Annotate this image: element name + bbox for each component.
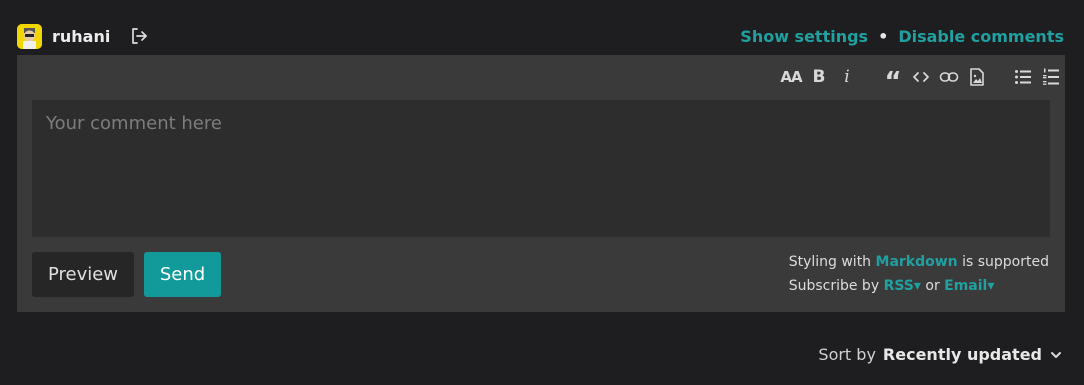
text-size-icon[interactable]: AA xyxy=(777,63,805,91)
comments-header: ruhani Show settings • Disable comments xyxy=(17,22,1064,50)
bold-icon[interactable]: B xyxy=(805,63,833,91)
comment-form: AA B i “ Your comment here Preview Send … xyxy=(17,55,1065,312)
send-button[interactable]: Send xyxy=(144,252,221,297)
image-icon[interactable] xyxy=(963,63,991,91)
sort-dropdown[interactable]: Recently updated xyxy=(883,345,1042,364)
italic-icon[interactable]: i xyxy=(833,63,861,91)
bullet-list-icon[interactable] xyxy=(1009,63,1037,91)
avatar[interactable] xyxy=(17,23,42,49)
disable-comments-link[interactable]: Disable comments xyxy=(898,27,1064,46)
styling-note: Styling with Markdown is supported xyxy=(789,250,1049,274)
formatting-toolbar: AA B i “ xyxy=(777,63,1065,97)
subscribe-or: or xyxy=(925,278,940,294)
styling-prefix: Styling with xyxy=(788,254,872,270)
chevron-down-icon[interactable] xyxy=(1050,351,1062,359)
text-size-label: AA xyxy=(780,68,802,86)
link-icon[interactable] xyxy=(935,63,963,91)
user-info: ruhani xyxy=(17,23,149,49)
code-icon[interactable] xyxy=(907,63,935,91)
sort-control: Sort by Recently updated xyxy=(818,345,1062,364)
header-links: Show settings • Disable comments xyxy=(740,27,1064,46)
link-separator: • xyxy=(878,26,889,46)
show-settings-link[interactable]: Show settings xyxy=(740,27,868,46)
quote-icon[interactable]: “ xyxy=(879,63,907,97)
bold-label: B xyxy=(812,67,826,87)
quote-label: “ xyxy=(884,67,902,97)
form-info: Styling with Markdown is supported Subsc… xyxy=(789,250,1049,298)
username: ruhani xyxy=(52,26,111,46)
email-link[interactable]: Email▾ xyxy=(944,278,994,294)
markdown-link[interactable]: Markdown xyxy=(876,254,958,270)
subscribe-prefix: Subscribe by xyxy=(788,278,880,294)
preview-button[interactable]: Preview xyxy=(32,252,134,297)
numbered-list-icon[interactable] xyxy=(1037,63,1065,91)
italic-label: i xyxy=(844,67,850,87)
comment-input[interactable] xyxy=(32,100,1050,237)
sort-label: Sort by xyxy=(818,345,876,364)
rss-link[interactable]: RSS▾ xyxy=(884,278,921,294)
styling-suffix: is supported xyxy=(962,254,1049,270)
subscribe-note: Subscribe by RSS▾ or Email▾ xyxy=(789,274,1049,298)
logout-icon[interactable] xyxy=(129,26,149,46)
